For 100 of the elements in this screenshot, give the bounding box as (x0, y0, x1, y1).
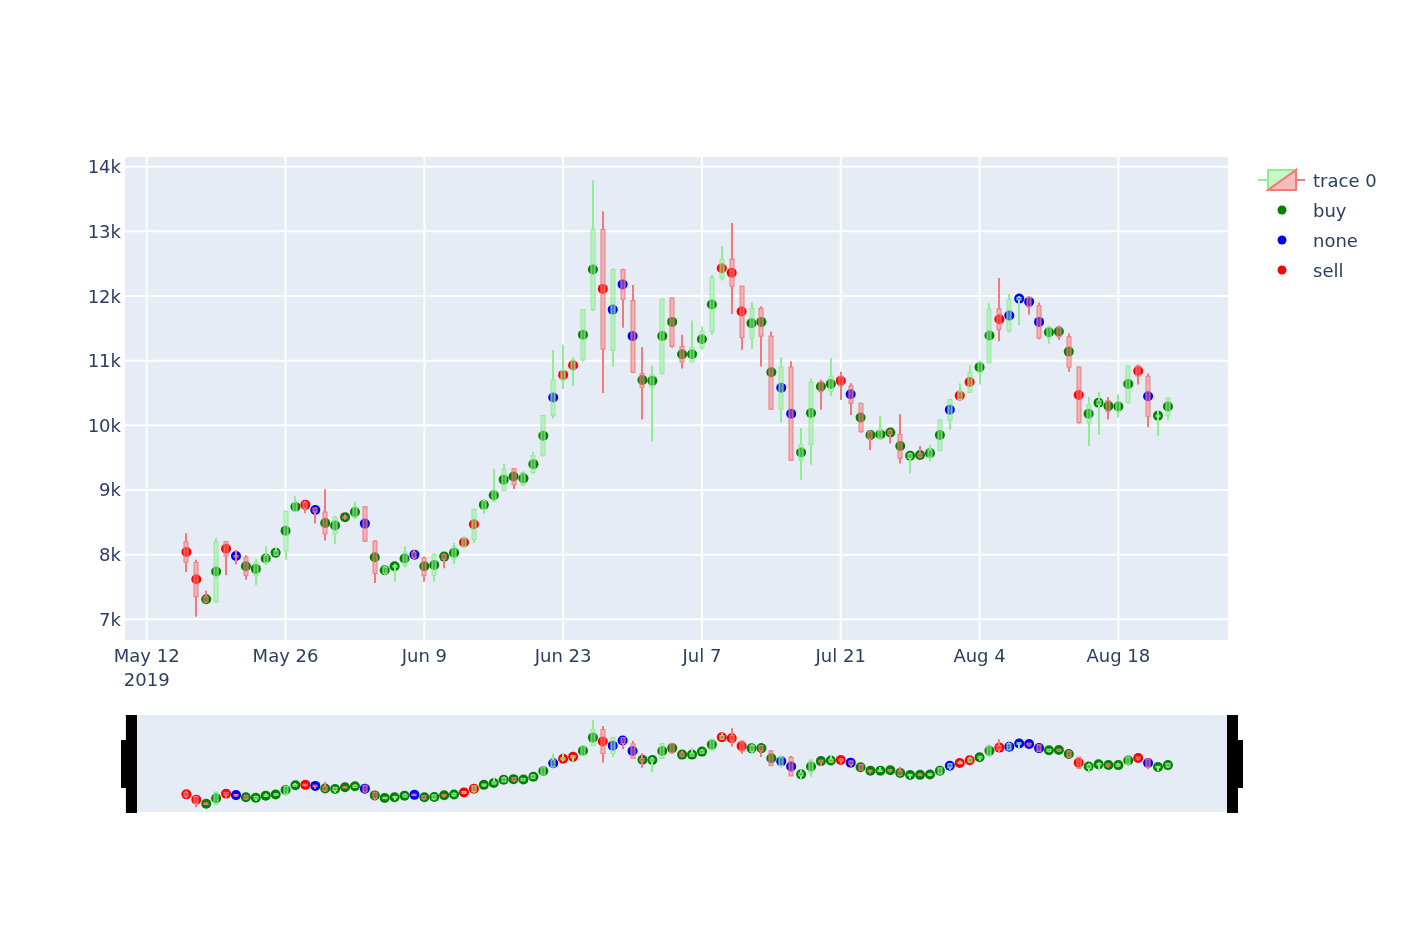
x-tick-label: Jun 23 (534, 644, 592, 666)
legend-item[interactable]: buy (1277, 199, 1347, 221)
candlestick (312, 506, 318, 525)
x-tick-label: Jun 9 (401, 644, 447, 666)
candlestick (451, 542, 457, 565)
candlestick (1125, 364, 1131, 405)
candlestick (1155, 410, 1161, 437)
candlestick (1056, 324, 1062, 341)
y-tick-label: 9k (99, 479, 121, 501)
candlestick (322, 488, 328, 542)
candlestick (927, 443, 933, 463)
y-tick-label: 13k (87, 220, 121, 242)
y-tick-label: 10k (87, 414, 121, 436)
candlestick (352, 500, 358, 521)
candlestick (1006, 293, 1012, 334)
candlestick (709, 273, 715, 336)
candlestick (263, 545, 269, 566)
candlestick (739, 284, 745, 351)
candlestick (183, 532, 189, 574)
candlestick (887, 428, 893, 445)
candlestick (1115, 393, 1121, 419)
candlestick (530, 450, 536, 475)
candlestick (203, 589, 209, 605)
candlestick (491, 467, 497, 504)
candlestick (1026, 295, 1032, 316)
candlestick (699, 325, 705, 351)
x-tick-label: May 26 (252, 644, 319, 666)
candlestick (233, 549, 239, 566)
legend-item[interactable]: none (1277, 229, 1358, 251)
x-tick-label: Jul 7 (682, 644, 722, 666)
candlestick (937, 418, 943, 453)
candlestick (402, 545, 408, 569)
candlestick (1165, 396, 1171, 422)
candlestick (511, 467, 517, 491)
candlestick (1046, 324, 1052, 345)
candlestick (471, 507, 477, 544)
candlestick (917, 445, 923, 460)
candlestick (1036, 301, 1042, 341)
x-tick-label: May 12 2019 (113, 644, 180, 690)
candlestick (520, 470, 526, 488)
candlestick (897, 413, 903, 465)
candlestick (689, 319, 695, 364)
candlestick (193, 558, 199, 618)
candlestick (1016, 295, 1022, 327)
candlestick (798, 426, 804, 481)
candlestick (749, 301, 755, 351)
candlestick (907, 451, 913, 475)
candlestick (1066, 332, 1072, 373)
candlestick (986, 302, 992, 365)
candlestick (392, 562, 398, 583)
candlestick (243, 554, 249, 581)
candlestick (332, 514, 338, 545)
candlestick (957, 382, 963, 402)
candlestick (1076, 365, 1082, 425)
candlestick (441, 552, 447, 570)
candlestick (669, 296, 675, 349)
candlestick (758, 305, 764, 368)
candlestick (838, 370, 844, 402)
candlestick (302, 500, 308, 515)
candlestick (223, 540, 229, 577)
candlestick (213, 536, 219, 604)
candlestick (848, 382, 854, 416)
range-slider-handle[interactable] (1227, 715, 1243, 813)
y-tick-label: 8k (99, 544, 121, 566)
candlestick (292, 494, 298, 513)
candlestick (550, 349, 556, 420)
candlestick (858, 401, 864, 434)
candlestick (1135, 363, 1141, 386)
candlestick (421, 555, 427, 583)
candlestick (719, 245, 725, 282)
x-tick-label: Aug 18 (1086, 644, 1151, 666)
candlestick (1096, 390, 1102, 437)
candlestick (253, 557, 259, 587)
candlestick (996, 276, 1002, 343)
y-tick-label: 14k (87, 156, 121, 178)
x-tick-label: Aug 4 (953, 644, 1006, 666)
candlestick (867, 429, 873, 451)
candlestick-icon (1257, 168, 1306, 192)
candlestick (778, 356, 784, 424)
candlestick (620, 267, 626, 329)
candlestick (570, 355, 576, 387)
candlestick (1145, 372, 1151, 429)
candlestick (283, 509, 289, 561)
candlestick (372, 539, 378, 585)
candlestick (1086, 395, 1092, 447)
legend-item[interactable]: trace 0 (1257, 168, 1377, 192)
candlestick (977, 359, 983, 386)
candlestick (877, 414, 883, 441)
range-slider-handle[interactable] (121, 715, 137, 813)
y-tick-label: 11k (87, 350, 121, 372)
legend-item[interactable]: sell (1277, 259, 1344, 281)
candlestick (967, 364, 973, 394)
candlestick (501, 462, 507, 492)
candlestick (362, 505, 368, 543)
candlestick (679, 333, 685, 370)
candlestick (828, 357, 834, 398)
candlestick (1105, 395, 1111, 421)
y-tick-label: 7k (99, 608, 121, 630)
candlestick (560, 343, 566, 391)
candlestick (481, 498, 487, 515)
